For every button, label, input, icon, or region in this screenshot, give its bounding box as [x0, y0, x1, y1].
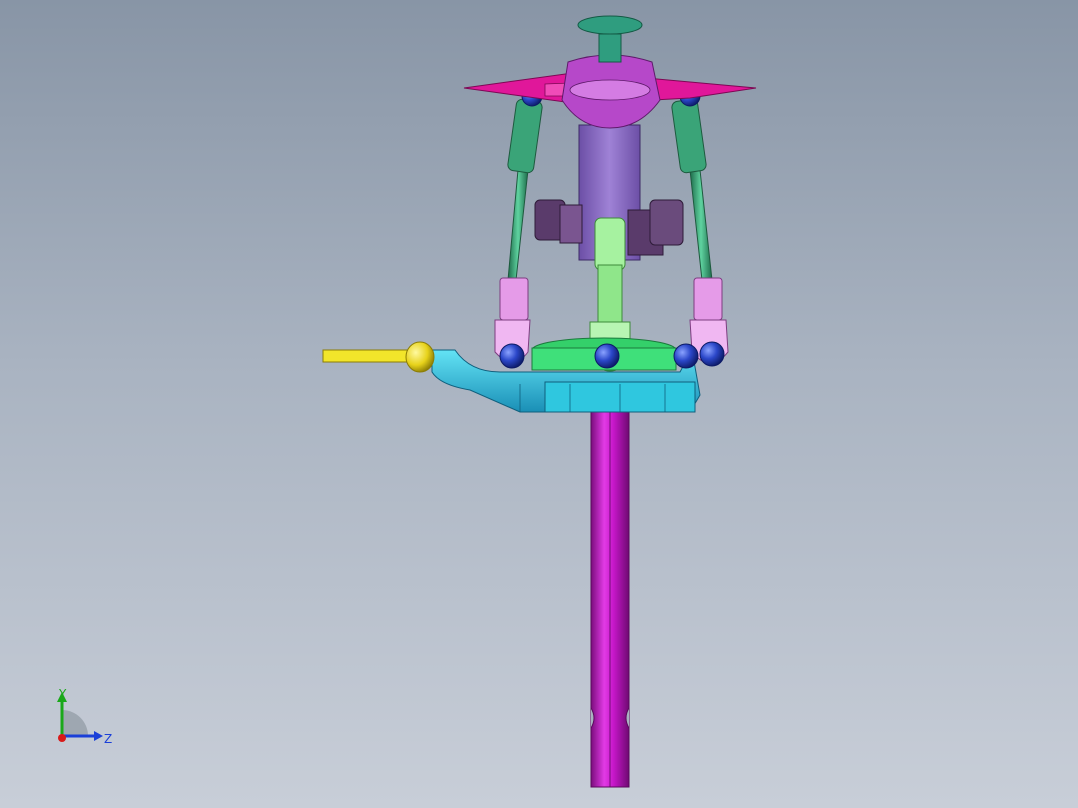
- z-axis-label: Z: [104, 732, 112, 746]
- y-axis-label: Y: [58, 687, 67, 701]
- rotor-head-model[interactable]: [0, 0, 1078, 808]
- z-axis-arrowhead: [94, 731, 103, 741]
- x-axis-dot: [58, 734, 66, 742]
- triad-arc: [62, 710, 88, 736]
- orientation-triad: Y Z: [57, 687, 112, 746]
- swashplate[interactable]: [431, 337, 701, 413]
- control-arm[interactable]: [322, 341, 435, 373]
- main-shaft[interactable]: [590, 394, 630, 788]
- cad-viewport[interactable]: Y Z: [0, 0, 1078, 808]
- head-hub[interactable]: [561, 15, 661, 129]
